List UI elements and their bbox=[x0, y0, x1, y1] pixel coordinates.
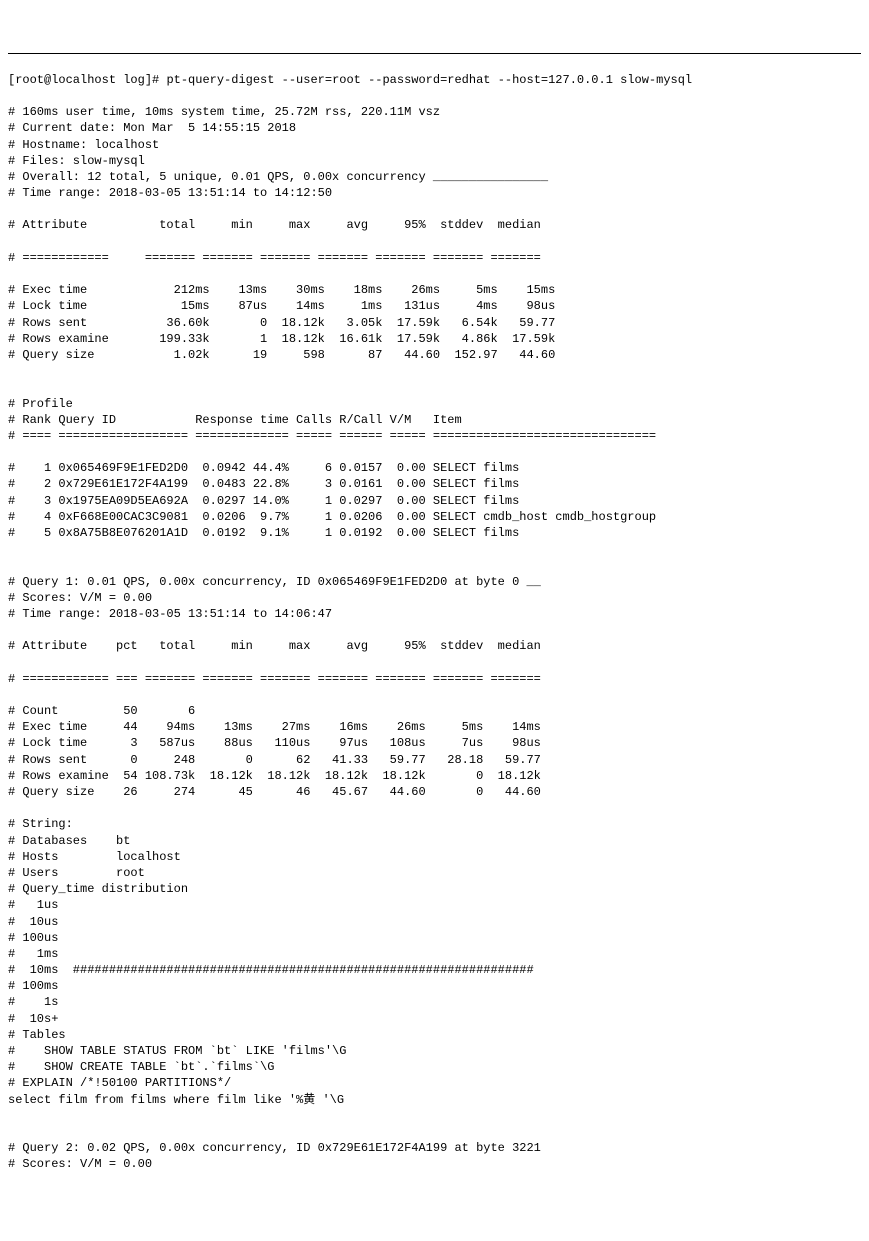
profile-rows: # 1 0x065469F9E1FED2D0 0.0942 44.4% 6 0.… bbox=[8, 460, 861, 541]
overall-table-header: # Attribute total min max avg 95% stddev… bbox=[8, 217, 861, 233]
profile-header: # Profile # Rank Query ID Response time … bbox=[8, 396, 861, 445]
query1-meta: # String: # Databases bt # Hosts localho… bbox=[8, 816, 861, 1107]
window-top-border bbox=[8, 53, 861, 54]
query2-header: # Query 2: 0.02 QPS, 0.00x concurrency, … bbox=[8, 1140, 861, 1172]
query1-table-header: # Attribute pct total min max avg 95% st… bbox=[8, 638, 861, 654]
shell-prompt: [root@localhost log]# bbox=[8, 73, 166, 87]
overall-table-rows: # Exec time 212ms 13ms 30ms 18ms 26ms 5m… bbox=[8, 282, 861, 363]
header-block: # 160ms user time, 10ms system time, 25.… bbox=[8, 104, 861, 201]
query1-header: # Query 1: 0.01 QPS, 0.00x concurrency, … bbox=[8, 574, 861, 623]
query1-table-rows: # Count 50 6 # Exec time 44 94ms 13ms 27… bbox=[8, 703, 861, 800]
overall-table-divider: # ============ ======= ======= ======= =… bbox=[8, 250, 861, 266]
query1-table-divider: # ============ === ======= ======= =====… bbox=[8, 671, 861, 687]
command-text: pt-query-digest --user=root --password=r… bbox=[166, 73, 692, 87]
